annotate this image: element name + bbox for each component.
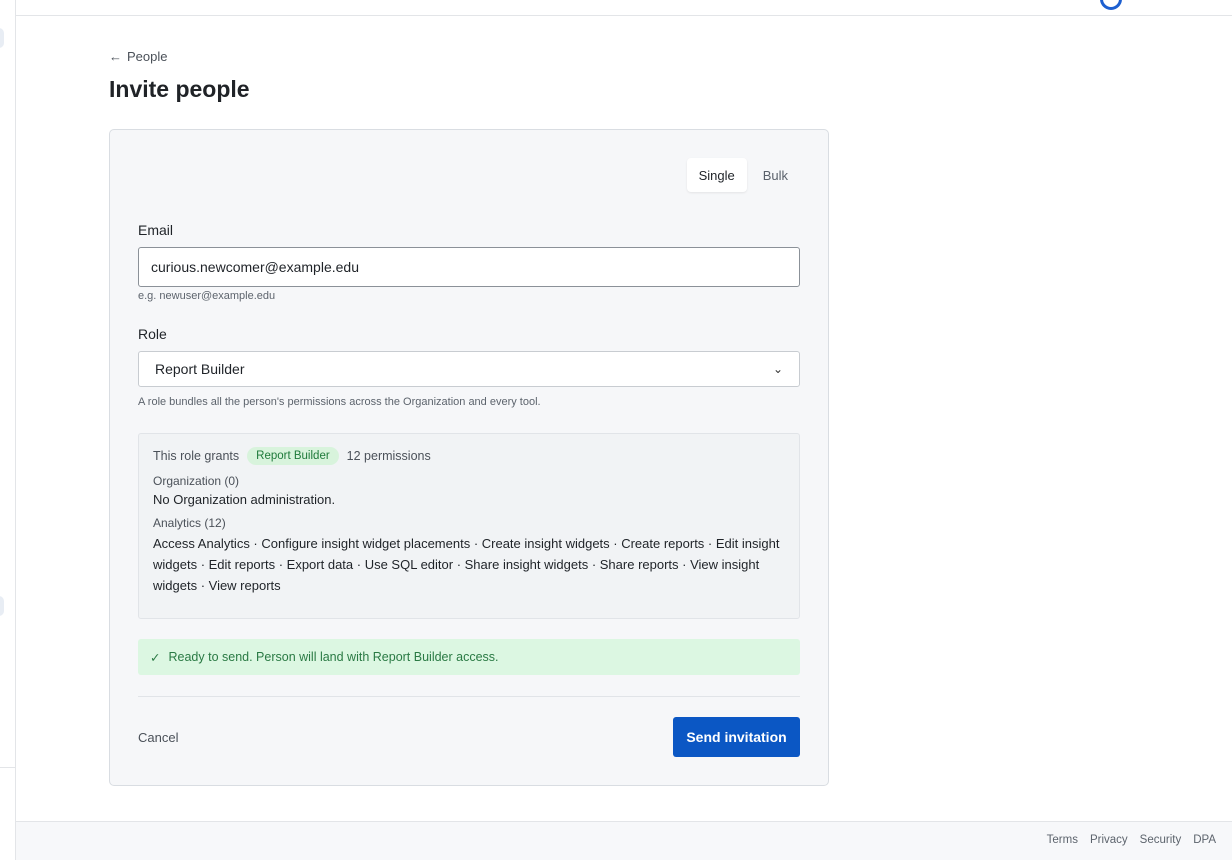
back-link[interactable]: ← People — [109, 49, 167, 64]
chevron-down-icon: ⌄ — [772, 362, 783, 376]
main-content: ← People Invite people Single Bulk Email… — [16, 16, 1232, 822]
footer-links: Terms Privacy Security DPA — [1047, 834, 1216, 846]
section-body-organization: No Organization administration. — [153, 492, 336, 507]
rail-indicator — [0, 28, 4, 48]
page-title: Invite people — [109, 76, 250, 102]
mode-toggle: Single Bulk — [686, 158, 800, 192]
footer-link-privacy[interactable]: Privacy — [1090, 834, 1128, 846]
rail-indicator — [0, 596, 4, 616]
top-bar — [16, 0, 1232, 16]
send-invitation-button[interactable]: Send invitation — [673, 717, 800, 757]
email-value: curious.newcomer@example.edu — [151, 259, 359, 275]
rail-divider — [0, 767, 16, 768]
ready-status-banner: ✓ Ready to send. Person will land with R… — [138, 639, 800, 675]
status-message: Ready to send. Person will land with Rep… — [168, 650, 499, 664]
divider — [138, 696, 800, 697]
role-select[interactable]: Report Builder ⌄ — [138, 351, 800, 387]
permissions-count: 12 permissions — [346, 449, 431, 463]
section-body-analytics: Access Analytics · Configure insight wid… — [153, 536, 780, 593]
email-label: Email — [138, 222, 174, 238]
role-permissions-panel: This role grants Report Builder 12 permi… — [138, 433, 800, 619]
tab-bulk[interactable]: Bulk — [751, 158, 800, 192]
email-field[interactable]: curious.newcomer@example.edu — [138, 247, 800, 287]
footer-link-dpa[interactable]: DPA — [1193, 834, 1216, 846]
role-badge: Report Builder — [247, 447, 339, 465]
invite-form-card: Single Bulk Email curious.newcomer@examp… — [109, 129, 829, 786]
check-icon: ✓ — [150, 650, 161, 665]
footer-link-terms[interactable]: Terms — [1047, 834, 1078, 846]
cancel-button[interactable]: Cancel — [138, 730, 178, 745]
grants-header: This role grants Report Builder 12 permi… — [153, 446, 785, 466]
role-selected-value: Report Builder — [155, 361, 245, 377]
grants-intro: This role grants — [153, 449, 240, 463]
tab-single[interactable]: Single — [686, 158, 747, 192]
role-hint: A role bundles all the person's permissi… — [138, 396, 541, 408]
section-title-organization: Organization (0) — [153, 474, 240, 488]
footer-link-security[interactable]: Security — [1140, 834, 1182, 846]
back-link-label: People — [127, 49, 168, 64]
avatar[interactable] — [1100, 0, 1122, 10]
arrow-left-icon: ← — [109, 49, 122, 64]
section-title-analytics: Analytics (12) — [153, 516, 226, 530]
email-hint: e.g. newuser@example.edu — [138, 290, 276, 302]
footer: Terms Privacy Security DPA — [16, 821, 1232, 860]
role-label: Role — [138, 326, 167, 342]
left-rail — [0, 0, 16, 860]
